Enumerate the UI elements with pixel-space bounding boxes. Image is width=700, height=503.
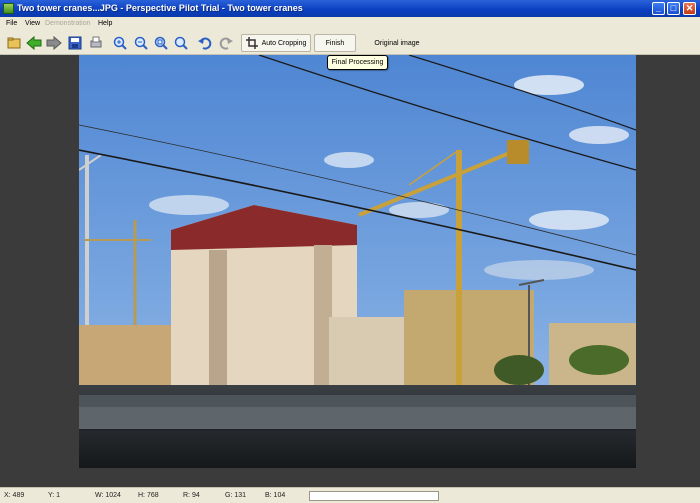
forward-arrow-icon[interactable] xyxy=(46,35,62,51)
zoom-out-icon[interactable] xyxy=(133,35,149,51)
menu-file[interactable]: File xyxy=(6,20,17,27)
open-icon[interactable] xyxy=(6,35,22,51)
minimize-button[interactable]: _ xyxy=(652,2,665,15)
window-title: Two tower cranes...JPG - Perspective Pil… xyxy=(17,3,303,13)
status-bar: X: 489 Y: 1 W: 1024 H: 768 R: 94 G: 131 … xyxy=(0,487,700,503)
photo-two-tower-cranes xyxy=(79,55,636,468)
menu-view[interactable]: View xyxy=(25,20,40,27)
status-x: X: 489 xyxy=(4,492,25,499)
crop-icon xyxy=(245,37,258,49)
close-button[interactable]: ✕ xyxy=(683,2,696,15)
title-bar[interactable]: Two tower cranes...JPG - Perspective Pil… xyxy=(0,0,700,17)
status-red: R: 94 xyxy=(183,492,200,499)
save-icon[interactable] xyxy=(67,35,83,51)
app-icon xyxy=(3,3,14,14)
tooltip: Final Processing xyxy=(327,55,388,70)
status-height: H: 768 xyxy=(138,492,159,499)
menu-help[interactable]: Help xyxy=(98,20,112,27)
status-green: G: 131 xyxy=(225,492,247,499)
print-icon[interactable] xyxy=(88,35,104,51)
toolbar: Auto Cropping Finish Original image xyxy=(0,31,700,55)
app-window: Two tower cranes...JPG - Perspective Pil… xyxy=(0,0,700,503)
status-width: W: 1024 xyxy=(95,492,121,499)
back-arrow-icon[interactable] xyxy=(26,35,42,51)
status-y: Y: 1 xyxy=(48,492,61,499)
maximize-button[interactable]: □ xyxy=(667,2,680,15)
original-image-button[interactable]: Original image xyxy=(364,34,430,52)
finish-button[interactable]: Finish xyxy=(314,34,356,52)
zoom-fit-icon[interactable] xyxy=(153,35,169,51)
zoom-in-icon[interactable] xyxy=(112,35,128,51)
auto-cropping-button[interactable]: Auto Cropping xyxy=(241,34,311,52)
progress-bar xyxy=(309,491,439,501)
zoom-actual-icon[interactable] xyxy=(173,35,189,51)
menu-bar: File View Demonstration Help xyxy=(0,17,700,31)
image-canvas[interactable] xyxy=(0,55,700,487)
redo-icon[interactable] xyxy=(218,35,234,51)
status-blue: B: 104 xyxy=(265,492,286,499)
undo-icon[interactable] xyxy=(197,35,213,51)
menu-demonstration[interactable]: Demonstration xyxy=(45,20,91,27)
auto-cropping-label: Auto Cropping xyxy=(261,39,307,47)
